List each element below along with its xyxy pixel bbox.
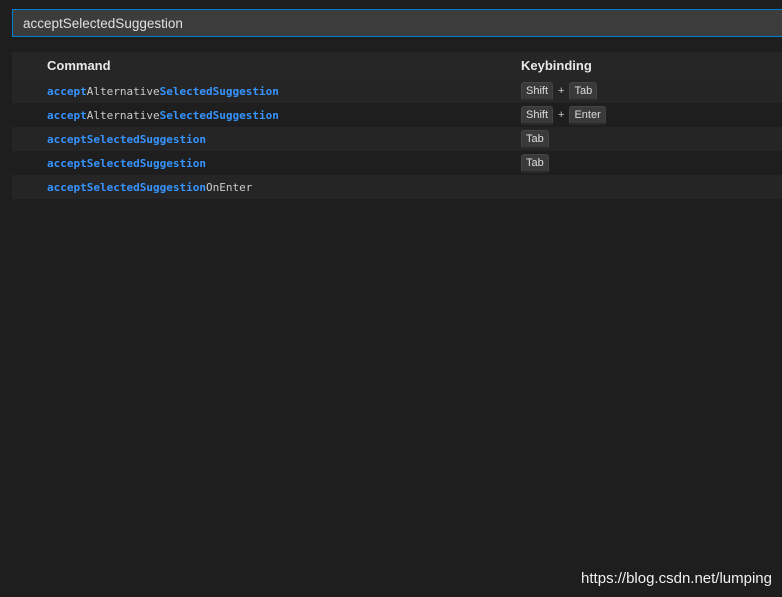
watermark: https://blog.csdn.net/lumping bbox=[581, 570, 772, 587]
key-cap: Tab bbox=[521, 129, 549, 149]
table-header: Command Keybinding bbox=[12, 52, 782, 79]
column-header-keybinding[interactable]: Keybinding bbox=[521, 58, 592, 73]
command-id: acceptAlternativeSelectedSuggestion bbox=[47, 109, 279, 122]
command-match-segment: accept bbox=[47, 108, 87, 122]
command-id: acceptAlternativeSelectedSuggestion bbox=[47, 85, 279, 98]
command-id: acceptSelectedSuggestion bbox=[47, 157, 206, 170]
table-row[interactable]: acceptAlternativeSelectedSuggestion Shift… bbox=[12, 79, 782, 103]
command-text-segment: Alternative bbox=[86, 84, 160, 98]
key-cap: Enter bbox=[569, 105, 606, 125]
search-box[interactable] bbox=[12, 9, 782, 37]
table-row[interactable]: acceptSelectedSuggestionOnEnter bbox=[12, 175, 782, 199]
keybinding-search-input[interactable] bbox=[23, 15, 781, 31]
table-row[interactable]: acceptSelectedSuggestion Tab bbox=[12, 151, 782, 175]
key-separator: + bbox=[558, 109, 565, 121]
command-match-segment: SelectedSuggestion bbox=[159, 84, 279, 98]
command-id: acceptSelectedSuggestionOnEnter bbox=[47, 181, 252, 194]
keybindings-table: Command Keybinding acceptAlternativeSele… bbox=[12, 52, 782, 199]
key-cap: Shift bbox=[521, 81, 554, 101]
key-cap: Tab bbox=[521, 153, 549, 173]
table-body: acceptAlternativeSelectedSuggestion Shift… bbox=[12, 79, 782, 199]
keybinding: Shift + Enter bbox=[521, 105, 606, 125]
command-text-segment: OnEnter bbox=[205, 180, 253, 194]
command-match-segment: acceptSelectedSuggestion bbox=[47, 132, 206, 146]
keybinding: Tab bbox=[521, 153, 549, 173]
command-match-segment: acceptSelectedSuggestion bbox=[47, 180, 206, 194]
command-match-segment: accept bbox=[47, 84, 87, 98]
command-id: acceptSelectedSuggestion bbox=[47, 133, 206, 146]
key-separator: + bbox=[558, 85, 565, 97]
table-row[interactable]: acceptAlternativeSelectedSuggestion Shift… bbox=[12, 103, 782, 127]
column-header-command[interactable]: Command bbox=[47, 58, 111, 73]
command-text-segment: Alternative bbox=[86, 108, 160, 122]
command-match-segment: SelectedSuggestion bbox=[159, 108, 279, 122]
key-cap: Shift bbox=[521, 105, 554, 125]
keybinding: Shift + Tab bbox=[521, 81, 598, 101]
table-row[interactable]: acceptSelectedSuggestion Tab bbox=[12, 127, 782, 151]
command-match-segment: acceptSelectedSuggestion bbox=[47, 156, 206, 170]
keybinding: Tab bbox=[521, 129, 549, 149]
key-cap: Tab bbox=[569, 81, 598, 101]
